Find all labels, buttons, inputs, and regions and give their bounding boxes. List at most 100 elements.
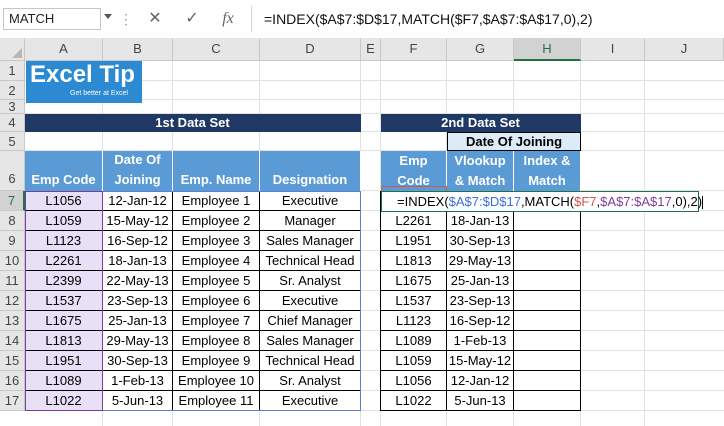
select-all-button[interactable] [0,38,25,61]
set1-cell[interactable]: Technical Head [260,351,361,371]
row-header-4[interactable]: 4 [0,114,25,132]
set1-cell[interactable]: L1537 [25,291,103,311]
set1-cell[interactable]: 1-Feb-13 [103,371,173,391]
row-header-1[interactable]: 1 [0,61,25,81]
set1-cell[interactable]: L2399 [25,271,103,291]
set2-header-emp-code[interactable]: Emp Code [381,151,447,191]
set1-cell[interactable]: Sr. Analyst [260,271,361,291]
set1-cell[interactable]: L1059 [25,211,103,231]
set2-cell[interactable]: L1537 [381,291,447,311]
set2-cell[interactable]: L1123 [381,311,447,331]
set2-cell[interactable]: L1951 [381,231,447,251]
column-header-i[interactable]: I [581,38,645,61]
cancel-icon[interactable]: ✕ [140,8,170,30]
set1-cell[interactable]: L1056 [25,191,103,211]
set1-cell[interactable]: L2261 [25,251,103,271]
row-header-3[interactable]: 3 [0,100,25,114]
row-header-13[interactable]: 13 [0,311,25,331]
row-header-2[interactable]: 2 [0,81,25,100]
set1-cell[interactable]: Executive [260,191,361,211]
set1-cell[interactable]: Manager [260,211,361,231]
set1-cell[interactable]: Sales Manager [260,231,361,251]
set1-title[interactable]: 1st Data Set [25,114,361,132]
set1-cell[interactable]: Employee 10 [173,371,260,391]
set1-header-emp-name[interactable]: Emp. Name [173,151,260,191]
set1-cell[interactable]: Employee 11 [173,391,260,411]
row-header-16[interactable]: 16 [0,371,25,391]
set1-cell[interactable]: L1675 [25,311,103,331]
set1-cell[interactable]: L1813 [25,331,103,351]
formula-input[interactable]: =INDEX($A$7:$D$17,MATCH($F7,$A$7:$A$17,0… [251,6,724,32]
set2-cell[interactable] [514,331,581,351]
row-header-7[interactable]: 7 [0,191,25,211]
set1-cell[interactable]: Employee 4 [173,251,260,271]
column-header-g[interactable]: G [447,38,514,61]
row-header-15[interactable]: 15 [0,351,25,371]
set1-cell[interactable]: 16-Sep-12 [103,231,173,251]
set1-cell[interactable]: Employee 3 [173,231,260,251]
column-header-j[interactable]: J [645,38,724,61]
set1-cell[interactable]: Executive [260,391,361,411]
set1-cell[interactable]: Chief Manager [260,311,361,331]
set1-cell[interactable]: Sales Manager [260,331,361,351]
set1-cell[interactable]: 25-Jan-13 [103,311,173,331]
set1-header-emp-code[interactable]: Emp Code [25,151,103,191]
set2-cell[interactable] [514,271,581,291]
set1-cell[interactable]: Technical Head [260,251,361,271]
set1-cell[interactable]: 15-May-12 [103,211,173,231]
set2-cell[interactable]: L1089 [381,331,447,351]
column-header-c[interactable]: C [173,38,260,61]
column-header-e[interactable]: E [361,38,381,61]
set1-cell[interactable]: Sr. Analyst [260,371,361,391]
column-header-h[interactable]: H [514,38,581,61]
set2-cell[interactable] [514,211,581,231]
cell-editor[interactable]: =INDEX($A$7:$D$17,MATCH($F7,$A$7:$A$17,0… [381,191,704,212]
set1-cell[interactable]: Employee 2 [173,211,260,231]
set2-cell[interactable] [514,231,581,251]
set2-cell[interactable]: 29-May-13 [447,251,514,271]
set2-cell[interactable]: 15-May-12 [447,351,514,371]
row-header-6[interactable]: 6 [0,151,25,191]
set1-cell[interactable]: Employee 8 [173,331,260,351]
set2-cell[interactable] [514,311,581,331]
set2-cell[interactable]: 16-Sep-12 [447,311,514,331]
set2-cell[interactable]: 18-Jan-13 [447,211,514,231]
set1-cell[interactable]: L1089 [25,371,103,391]
set2-cell[interactable]: L1059 [381,351,447,371]
set2-cell[interactable] [514,351,581,371]
set1-header-date[interactable]: Date Of Joining [103,151,173,191]
set2-header-vlookup[interactable]: Vlookup & Match [447,151,514,191]
set1-cell[interactable]: 29-May-13 [103,331,173,351]
enter-icon[interactable]: ✓ [177,8,207,30]
row-header-5[interactable]: 5 [0,132,25,151]
set2-cell[interactable]: L1056 [381,371,447,391]
set1-header-designation[interactable]: Designation [260,151,361,191]
set1-cell[interactable]: L1951 [25,351,103,371]
set2-cell[interactable] [514,251,581,271]
set1-cell[interactable]: Employee 7 [173,311,260,331]
row-header-12[interactable]: 12 [0,291,25,311]
set2-cell[interactable]: 25-Jan-13 [447,271,514,291]
row-header-8[interactable]: 8 [0,211,25,231]
set2-cell[interactable]: L1022 [381,391,447,411]
set2-cell[interactable]: 1-Feb-13 [447,331,514,351]
row-header-14[interactable]: 14 [0,331,25,351]
set2-cell[interactable]: 30-Sep-13 [447,231,514,251]
set2-cell[interactable]: 23-Sep-13 [447,291,514,311]
set1-cell[interactable]: L1123 [25,231,103,251]
set2-header-index[interactable]: Index & Match [514,151,581,191]
set1-cell[interactable]: 5-Jun-13 [103,391,173,411]
set1-cell[interactable]: Employee 5 [173,271,260,291]
set2-title[interactable]: 2nd Data Set [381,114,581,132]
row-header-11[interactable]: 11 [0,271,25,291]
name-box[interactable]: MATCH [3,8,101,30]
row-header-10[interactable]: 10 [0,251,25,271]
insert-function-icon[interactable]: fx [213,8,243,30]
set2-cell[interactable]: 12-Jan-12 [447,371,514,391]
set1-cell[interactable]: Employee 1 [173,191,260,211]
set2-cell[interactable]: L1813 [381,251,447,271]
set2-group-header[interactable]: Date Of Joining [447,132,581,151]
column-header-a[interactable]: A [25,38,103,61]
set1-cell[interactable]: Employee 6 [173,291,260,311]
set1-cell[interactable]: Employee 9 [173,351,260,371]
